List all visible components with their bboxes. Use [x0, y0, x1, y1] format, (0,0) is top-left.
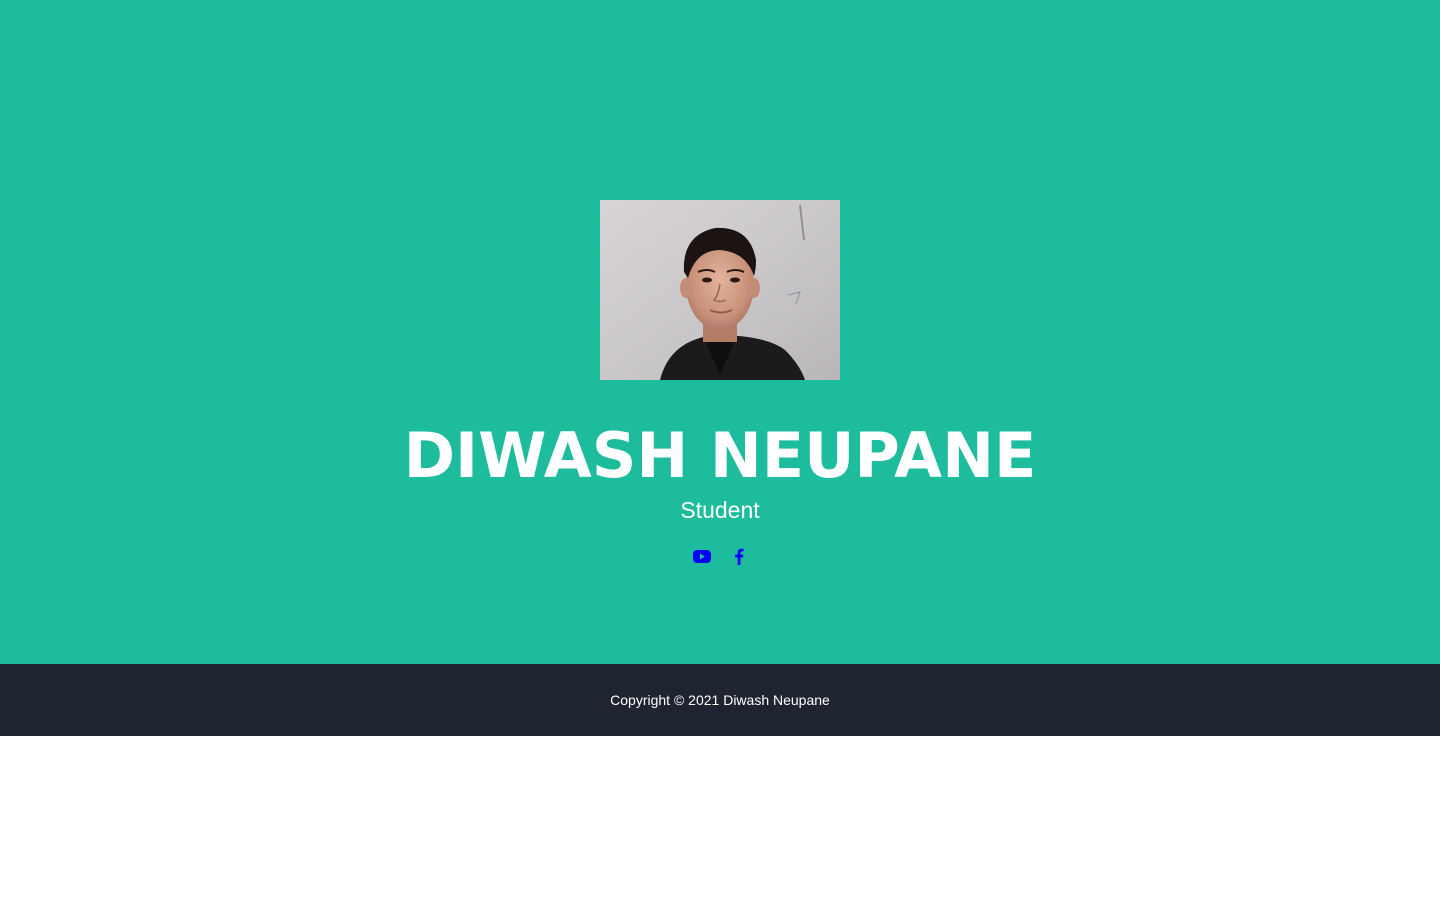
youtube-icon: [692, 549, 711, 563]
youtube-link[interactable]: [692, 545, 711, 567]
subtitle-role: Student: [680, 497, 760, 523]
social-links: [0, 545, 1440, 567]
copyright-text: Copyright © 2021 Diwash Neupane: [610, 692, 830, 708]
facebook-icon: [734, 548, 743, 565]
page-title: DIWASH NEUPANE: [403, 419, 1037, 492]
profile-photo: [600, 200, 840, 380]
footer: Copyright © 2021 Diwash Neupane: [0, 664, 1440, 736]
facebook-link[interactable]: [729, 545, 748, 567]
masthead: DIWASH NEUPANE Student: [0, 0, 1440, 664]
